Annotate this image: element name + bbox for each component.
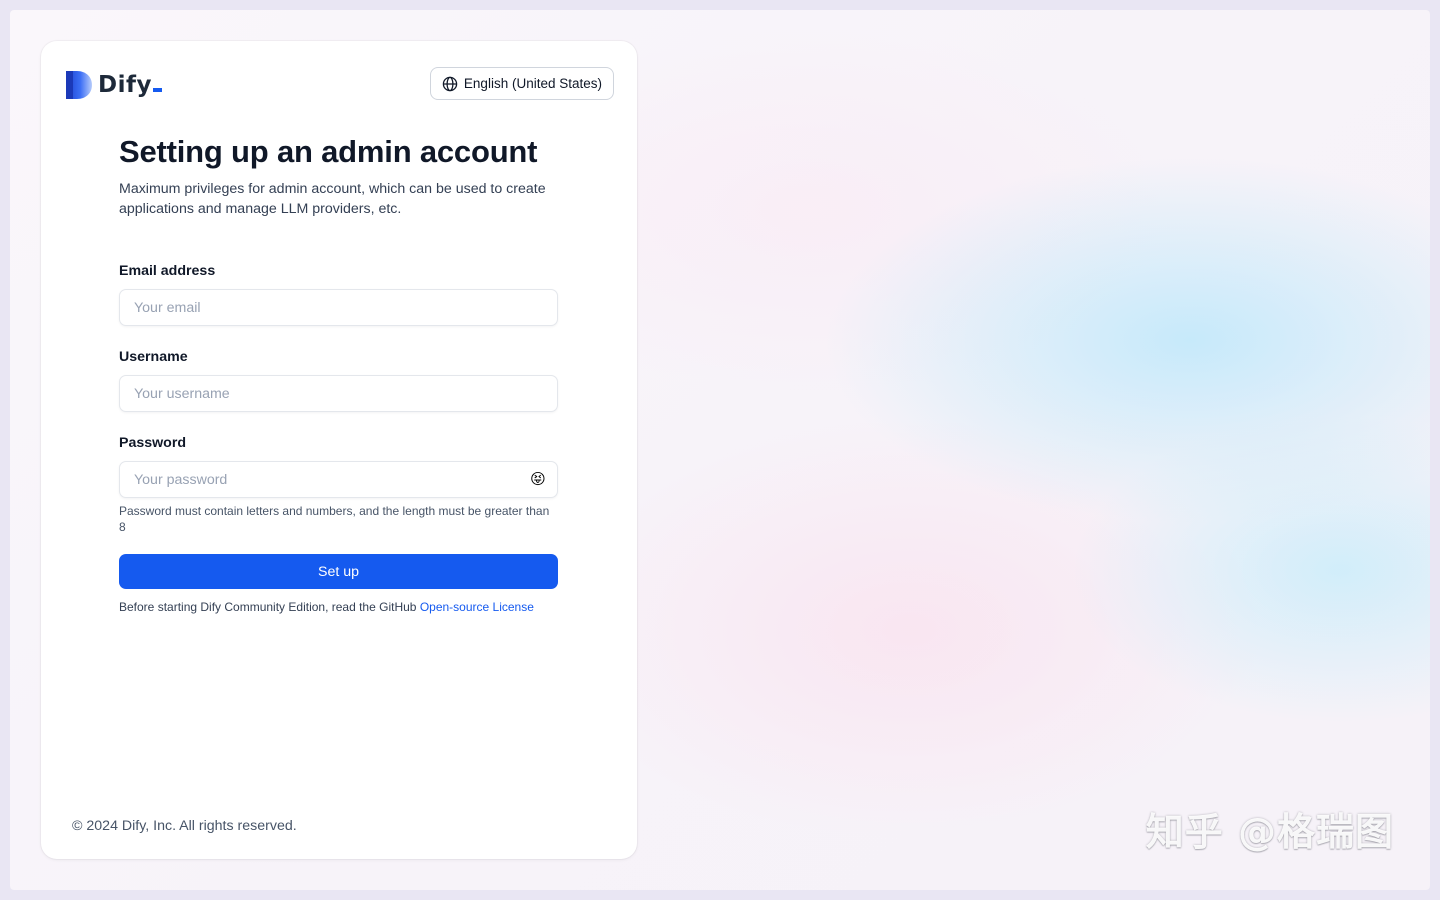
license-notice: Before starting Dify Community Edition, … bbox=[119, 599, 559, 615]
watermark: 知乎 @格瑞图 bbox=[1145, 810, 1394, 854]
password-field[interactable] bbox=[120, 462, 557, 497]
setup-card: Dify English (United States) Setting up … bbox=[41, 41, 637, 859]
email-field-wrapper bbox=[119, 289, 558, 326]
email-group: Email address bbox=[119, 261, 559, 326]
password-visibility-toggle-icon[interactable]: 😝 bbox=[529, 471, 547, 489]
username-group: Username bbox=[119, 347, 559, 412]
copyright-footer: © 2024 Dify, Inc. All rights reserved. bbox=[72, 818, 297, 834]
app-window: Dify English (United States) Setting up … bbox=[10, 10, 1430, 890]
globe-icon bbox=[442, 76, 458, 91]
brand-name: Dify bbox=[98, 72, 162, 98]
password-hint: Password must contain letters and number… bbox=[119, 504, 550, 534]
page-title: Setting up an admin account bbox=[119, 134, 538, 169]
username-field-wrapper bbox=[119, 375, 558, 412]
setup-form: Setting up an admin account Maximum priv… bbox=[119, 133, 559, 615]
password-field-wrapper: 😝 bbox=[119, 461, 558, 498]
page-subtitle: Maximum privileges for admin account, wh… bbox=[119, 181, 546, 217]
email-label: Email address bbox=[119, 263, 216, 279]
password-label: Password bbox=[119, 435, 187, 451]
language-label: English (United States) bbox=[463, 76, 602, 91]
username-field[interactable] bbox=[120, 376, 557, 411]
license-prefix: Before starting Dify Community Edition, … bbox=[119, 600, 417, 614]
open-source-license-link[interactable]: Open-source License bbox=[420, 600, 534, 614]
password-group: Password 😝 Password must contain letters… bbox=[119, 433, 559, 535]
setup-button[interactable]: Set up bbox=[119, 554, 558, 589]
username-label: Username bbox=[119, 349, 188, 365]
email-field[interactable] bbox=[120, 290, 557, 325]
brand-logo: Dify bbox=[66, 70, 162, 100]
dify-logo-icon bbox=[66, 71, 92, 99]
logo-cursor-mark bbox=[152, 88, 162, 92]
language-selector[interactable]: English (United States) bbox=[429, 67, 614, 100]
